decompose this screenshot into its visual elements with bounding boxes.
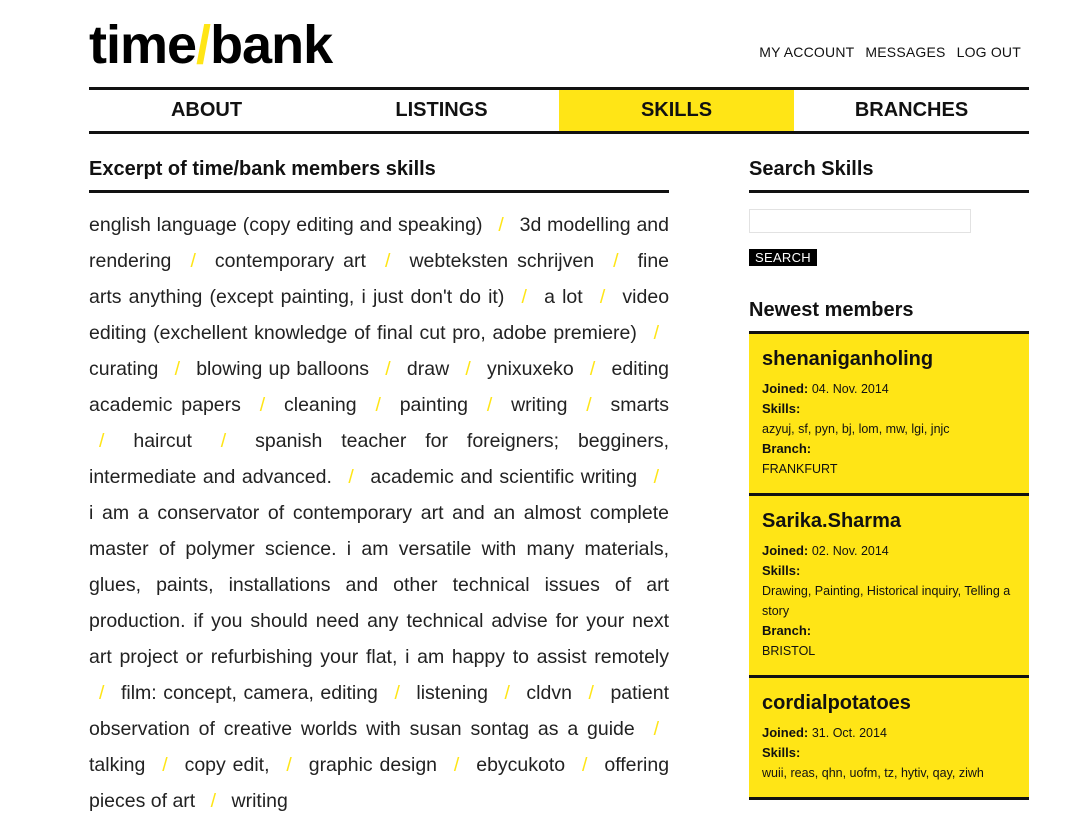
skill-separator: /: [613, 250, 619, 272]
nav-branches[interactable]: BRANCHES: [794, 90, 1029, 131]
member-skills: Drawing, Painting, Historical inquiry, T…: [762, 584, 1011, 618]
logo-part-bank: bank: [210, 15, 333, 75]
skills-label: Skills:: [762, 745, 801, 760]
skill-separator: /: [210, 790, 217, 812]
skill-separator: /: [286, 754, 292, 776]
member-card: cordialpotatoes Joined: 31. Oct. 2014 Sk…: [749, 678, 1029, 800]
search-skills-title: Search Skills: [749, 158, 1029, 193]
skill-separator: /: [653, 466, 660, 488]
skill-item[interactable]: painting: [400, 394, 468, 416]
branch-label: Branch:: [762, 441, 812, 456]
skill-item[interactable]: film: concept, camera, editing: [121, 682, 378, 704]
joined-label: Joined:: [762, 543, 809, 558]
nav-skills[interactable]: SKILLS: [559, 90, 794, 131]
skill-item[interactable]: talking: [89, 754, 145, 776]
branch-label: Branch:: [762, 623, 812, 638]
skill-separator: /: [465, 358, 471, 380]
joined-date: 31. Oct. 2014: [811, 726, 887, 740]
search-button[interactable]: SEARCH: [749, 249, 817, 266]
site-logo[interactable]: time/bank: [89, 14, 333, 76]
skill-separator: /: [582, 754, 588, 776]
skill-separator: /: [385, 358, 391, 380]
skill-item[interactable]: haircut: [133, 430, 192, 452]
skill-item[interactable]: listening: [416, 682, 488, 704]
skill-item[interactable]: academic and scientific writing: [370, 466, 637, 488]
skill-item[interactable]: cldvn: [526, 682, 572, 704]
member-branch[interactable]: BRISTOL: [762, 641, 1016, 661]
skill-separator: /: [521, 286, 527, 308]
skill-item[interactable]: graphic design: [309, 754, 437, 776]
skill-item[interactable]: webteksten schrijven: [409, 250, 594, 272]
account-nav: MY ACCOUNT MESSAGES LOG OUT: [759, 44, 1021, 60]
skill-separator: /: [586, 394, 592, 416]
skill-item[interactable]: curating: [89, 358, 158, 380]
member-name[interactable]: cordialpotatoes: [762, 692, 1016, 715]
member-card: Sarika.Sharma Joined: 02. Nov. 2014 Skil…: [749, 496, 1029, 678]
skill-separator: /: [375, 394, 381, 416]
skill-item[interactable]: ynixuxeko: [487, 358, 574, 380]
skills-list: english language (copy editing and speak…: [89, 207, 669, 819]
search-skills-input[interactable]: [749, 209, 971, 233]
skill-separator: /: [498, 214, 504, 236]
skills-label: Skills:: [762, 563, 801, 578]
skill-separator: /: [504, 682, 510, 704]
logo-part-time: time: [89, 15, 197, 75]
messages-link[interactable]: MESSAGES: [865, 44, 945, 60]
skill-separator: /: [220, 430, 227, 452]
skill-item[interactable]: blowing up balloons: [196, 358, 369, 380]
skill-separator: /: [588, 682, 594, 704]
my-account-link[interactable]: MY ACCOUNT: [759, 44, 854, 60]
skill-separator: /: [348, 466, 354, 488]
logo-slash: /: [196, 15, 211, 75]
member-skills: azyuj, sf, pyn, bj, lom, mw, lgi, jnjc: [762, 422, 950, 436]
joined-label: Joined:: [762, 381, 809, 396]
skill-item[interactable]: ebycukoto: [476, 754, 565, 776]
skill-item[interactable]: draw: [407, 358, 449, 380]
skills-section-title: Excerpt of time/bank members skills: [89, 158, 669, 193]
joined-label: Joined:: [762, 725, 809, 740]
main-nav: ABOUT LISTINGS SKILLS BRANCHES: [89, 87, 1029, 134]
sidebar: Search Skills SEARCH Newest members shen…: [749, 158, 1029, 800]
skill-separator: /: [384, 250, 391, 272]
skill-item[interactable]: cleaning: [284, 394, 357, 416]
skills-section: Excerpt of time/bank members skills engl…: [89, 158, 669, 819]
member-card: shenaniganholing Joined: 04. Nov. 2014 S…: [749, 334, 1029, 496]
nav-listings[interactable]: LISTINGS: [324, 90, 559, 131]
joined-date: 04. Nov. 2014: [811, 382, 889, 396]
newest-members-title: Newest members: [749, 299, 1029, 334]
skill-item[interactable]: copy edit,: [185, 754, 270, 776]
member-skills: wuii, reas, qhn, uofm, tz, hytiv, qay, z…: [762, 766, 984, 780]
skill-item[interactable]: writing: [511, 394, 567, 416]
skill-separator: /: [453, 754, 460, 776]
skill-separator: /: [162, 754, 168, 776]
skill-item[interactable]: smarts: [611, 394, 670, 416]
skill-item[interactable]: a lot: [544, 286, 583, 308]
skill-separator: /: [99, 682, 105, 704]
skill-separator: /: [653, 322, 659, 344]
skills-label: Skills:: [762, 401, 801, 416]
member-name[interactable]: shenaniganholing: [762, 348, 1016, 371]
skill-separator: /: [394, 682, 400, 704]
skill-separator: /: [174, 358, 180, 380]
joined-date: 02. Nov. 2014: [811, 544, 889, 558]
skill-separator: /: [190, 250, 196, 272]
skill-separator: /: [259, 394, 266, 416]
skill-separator: /: [653, 718, 660, 740]
skill-separator: /: [486, 394, 493, 416]
skill-item[interactable]: i am a conservator of contemporary art a…: [89, 502, 669, 668]
skill-separator: /: [589, 358, 596, 380]
nav-about[interactable]: ABOUT: [89, 90, 324, 131]
skill-item[interactable]: writing: [232, 790, 288, 812]
skill-separator: /: [99, 430, 105, 452]
log-out-link[interactable]: LOG OUT: [957, 44, 1021, 60]
member-branch[interactable]: FRANKFURT: [762, 459, 1016, 479]
member-name[interactable]: Sarika.Sharma: [762, 510, 1016, 533]
skill-separator: /: [599, 286, 606, 308]
skill-item[interactable]: english language (copy editing and speak…: [89, 214, 483, 236]
skill-item[interactable]: contemporary art: [215, 250, 366, 272]
